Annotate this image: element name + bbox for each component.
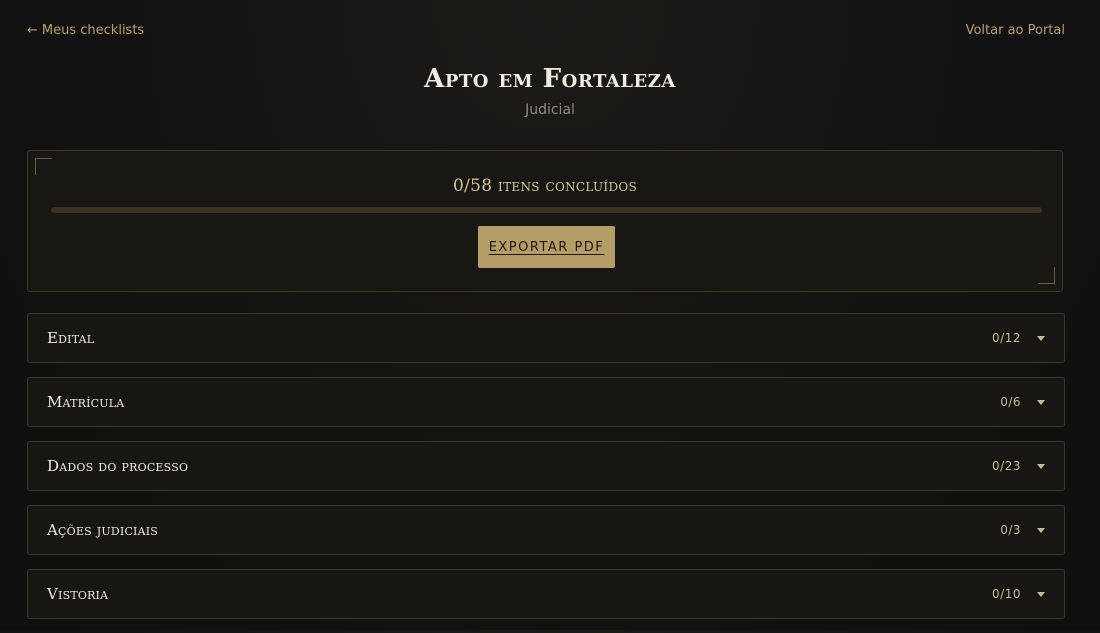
section-meta: 0/10 — [992, 587, 1045, 601]
corner-ornament-top-left — [35, 158, 52, 175]
page-title: Apto em Fortaleza — [424, 64, 676, 94]
section-title: Dados do processo — [47, 457, 189, 475]
chevron-down-icon — [1037, 463, 1045, 469]
corner-ornament-bottom-right — [1038, 267, 1055, 284]
section-meta: 0/12 — [992, 331, 1045, 345]
chevron-down-icon — [1037, 591, 1045, 597]
arrow-left-icon: ← — [27, 22, 38, 38]
progress-bar — [51, 207, 1042, 213]
title-block: Apto em Fortaleza Judicial — [0, 62, 1100, 118]
portal-link-label: Voltar ao Portal — [965, 22, 1065, 38]
section-count: 0/12 — [992, 331, 1021, 345]
section-edital[interactable]: Edital 0/12 — [27, 313, 1065, 363]
section-meta: 0/3 — [1000, 523, 1045, 537]
section-acoes-judiciais[interactable]: Ações judiciais 0/3 — [27, 505, 1065, 555]
section-meta: 0/6 — [1000, 395, 1045, 409]
progress-card: 0/58 itens concluídos EXPORTAR PDF — [27, 150, 1063, 292]
section-matricula[interactable]: Matrícula 0/6 — [27, 377, 1065, 427]
checklist-sections: Edital 0/12 Matrícula 0/6 Dados do proce… — [27, 313, 1065, 633]
section-title: Edital — [47, 329, 95, 347]
chevron-down-icon — [1037, 335, 1045, 341]
section-count: 0/6 — [1000, 395, 1021, 409]
section-meta: 0/23 — [992, 459, 1045, 473]
chevron-down-icon — [1037, 399, 1045, 405]
section-count: 0/10 — [992, 587, 1021, 601]
section-title: Vistoria — [47, 585, 109, 603]
page-subtitle: Judicial — [525, 102, 575, 118]
top-nav: ← Meus checklists Voltar ao Portal — [27, 20, 1065, 40]
section-dados-do-processo[interactable]: Dados do processo 0/23 — [27, 441, 1065, 491]
section-count: 0/23 — [992, 459, 1021, 473]
section-vistoria[interactable]: Vistoria 0/10 — [27, 569, 1065, 619]
back-to-portal-link[interactable]: Voltar ao Portal — [966, 23, 1065, 38]
back-to-checklists-link[interactable]: ← Meus checklists — [27, 23, 144, 38]
chevron-down-icon — [1037, 527, 1045, 533]
section-title: Matrícula — [47, 393, 125, 411]
back-link-label: Meus checklists — [41, 22, 145, 38]
progress-summary: 0/58 itens concluídos — [452, 176, 638, 196]
section-title: Ações judiciais — [47, 521, 159, 539]
export-pdf-button[interactable]: EXPORTAR PDF — [478, 226, 615, 268]
section-count: 0/3 — [1000, 523, 1021, 537]
